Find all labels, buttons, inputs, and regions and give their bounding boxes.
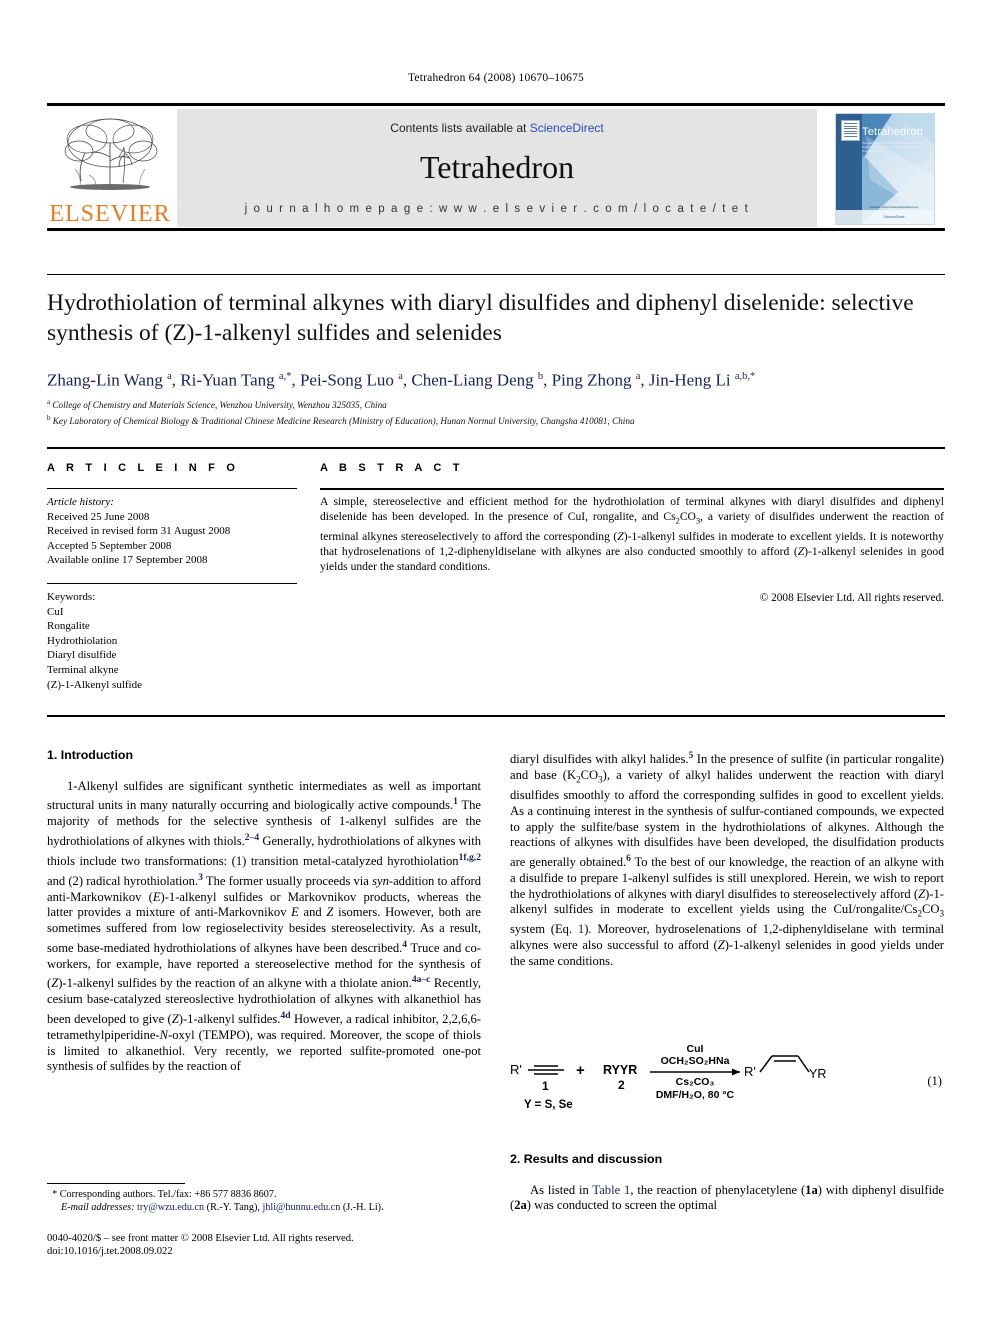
svg-text:2: 2 [618,1078,625,1092]
elsevier-wordmark: ELSEVIER [49,201,171,227]
cover-publisher-badge [841,120,860,141]
title-top-rule [47,274,945,275]
journal-title: Tetrahedron [419,149,575,185]
intro-paragraph-1: 1-Alkenyl sulfides are significant synth… [47,778,482,1074]
article-history: Article history: Received 25 June 2008 R… [47,495,297,568]
keywords-label: Keywords: [47,591,96,603]
masthead-center: Contents lists available at ScienceDirec… [177,109,817,227]
cover-sciencedirect-label: ScienceDirect [883,215,905,219]
abstract-heading: A B S T R A C T [320,462,464,474]
journal-homepage-line[interactable]: j o u r n a l h o m e p a g e : w w w . … [177,203,817,215]
abstract-copyright: © 2008 Elsevier Ltd. All rights reserved… [759,592,944,604]
svg-text:CuI: CuI [687,1043,704,1055]
imprint-doi: doi:10.1016/j.tet.2008.09.022 [47,1246,173,1258]
section-heading-introduction: 1. Introduction [47,748,134,762]
equation-number: (1) [927,1074,942,1088]
cover-badge-lines [844,123,857,138]
svg-text:OCH₂SO₂HNa: OCH₂SO₂HNa [661,1055,730,1067]
svg-text:DMF/H₂O, 80 °C: DMF/H₂O, 80 °C [656,1089,735,1101]
body-column-right: diaryl disulfides with alkyl halides.5 I… [510,748,944,970]
section-heading-results: 2. Results and discussion [510,1152,663,1166]
contents-prefix: Contents lists available at [390,121,530,135]
intro-paragraph-2: diaryl disulfides with alkyl halides.5 I… [510,750,945,968]
keyword-item: Terminal alkyne [47,663,119,676]
journal-cover-image: Tetrahedron The Internationl Journal for… [835,113,935,225]
svg-text:Cs₂CO₃: Cs₂CO₃ [676,1076,715,1088]
email-link-1[interactable]: try@wzu.edu.cn [137,1202,204,1213]
affiliations: a College of Chemistry and Materials Sci… [47,396,937,427]
elsevier-logo: ELSEVIER [47,109,173,227]
results-paragraph-1: As listed in Table 1, the reaction of ph… [510,1182,944,1213]
history-accepted: Accepted 5 September 2008 [47,539,172,552]
keyword-item: CuI [47,605,64,618]
contents-available-line: Contents lists available at ScienceDirec… [177,121,817,135]
imprint-block: 0040-4020/$ – see front matter © 2008 El… [47,1232,481,1259]
journal-masthead: ELSEVIER Contents lists available at Sci… [47,103,945,231]
keyword-item: (Z)-1-Alkenyl sulfide [47,678,142,691]
reaction-scheme-svg: R' 1 Y = S, Se + RYYR 2 CuI OCH₂SO₂HNa C… [510,1043,826,1111]
footnote-emails: E-mail addresses: try@wzu.edu.cn (R.-Y. … [61,1202,384,1214]
svg-text:R': R' [744,1064,756,1079]
journal-cover-thumbnail: Tetrahedron The Internationl Journal for… [823,109,945,227]
keywords-block: Keywords: CuI Rongalite Hydrothiolation … [47,590,297,692]
email-owner-2: (J.-H. Li). [342,1202,384,1214]
keyword-item: Hydrothiolation [47,634,118,647]
email-owner-1: (R.-Y. Tang) [206,1202,258,1214]
footnote-block: * Corresponding authors. Tel./fax: +86 5… [47,1188,481,1215]
history-online: Available online 17 September 2008 [47,554,208,567]
abstract-text: A simple, stereoselective and efficient … [320,495,944,574]
keywords-rule [47,583,297,584]
cover-footer-text: Available online at www.sciencedirect.co… [869,206,919,209]
results-section: 2. Results and discussion As listed in T… [510,1152,944,1214]
affiliation-b: b Key Laboratory of Chemical Biology & T… [47,413,635,426]
infoband-top-rule [47,447,945,449]
author-list: Zhang-Lin Wang a, Ri-Yuan Tang a,*, Pei-… [47,370,756,390]
affiliation-a: a College of Chemistry and Materials Sci… [47,398,387,411]
info-rule [47,488,297,489]
cover-journal-subtitle: The Internationl Journal for the Rapid P… [862,142,927,153]
svg-text:Y = S, Se: Y = S, Se [524,1099,573,1111]
table-1-link[interactable]: Table 1 [592,1183,630,1197]
article-title: Hydrothiolation of terminal alkynes with… [47,290,914,346]
masthead-bottom-rule [47,228,945,231]
running-head: Tetrahedron 64 (2008) 10670–10675 [407,72,585,84]
imprint-frontmatter: 0040-4020/$ – see front matter © 2008 El… [47,1233,354,1244]
svg-text:1: 1 [542,1079,549,1093]
article-info-heading: A R T I C L E I N F O [47,462,240,474]
email-link-2[interactable]: jhli@hunnu.edu.cn [262,1202,340,1213]
keyword-item: Diaryl disulfide [47,649,117,662]
sciencedirect-link[interactable]: ScienceDirect [530,121,604,135]
svg-text:RYYR: RYYR [603,1063,637,1077]
history-label: Article history: [47,496,114,508]
elsevier-tree-icon [55,113,165,201]
infoband-bottom-rule [47,715,945,717]
history-revised: Received in revised form 31 August 2008 [47,525,231,538]
history-received: Received 25 June 2008 [47,510,150,523]
svg-text:R': R' [510,1062,522,1077]
reaction-scheme-eq1: R' 1 Y = S, Se + RYYR 2 CuI OCH₂SO₂HNa C… [510,1042,944,1138]
email-label: E-mail addresses: [61,1202,135,1214]
abstract-rule [320,488,944,490]
article-page: Tetrahedron 64 (2008) 10670–10675 ELSEVI… [0,0,992,1323]
masthead-top-rule [47,103,945,106]
footnote-corresponding: * Corresponding authors. Tel./fax: +86 5… [52,1189,277,1200]
keyword-item: Rongalite [47,620,90,633]
cover-journal-title: Tetrahedron [862,126,923,138]
svg-text:YR: YR [809,1067,826,1081]
footnote-rule [47,1183,185,1184]
svg-text:+: + [576,1062,585,1079]
body-column-left: 1. Introduction 1-Alkenyl sulfides are s… [47,748,481,1075]
